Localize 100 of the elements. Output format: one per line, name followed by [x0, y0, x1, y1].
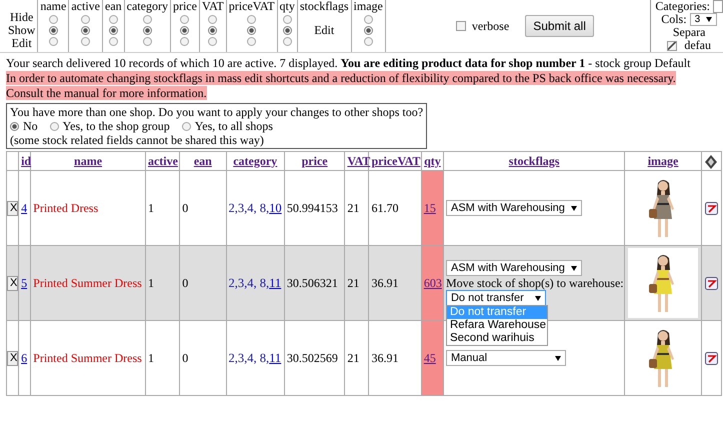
column-header-link[interactable]: name: [74, 154, 102, 168]
table-cell: 36.91: [371, 276, 398, 290]
radio-button[interactable]: [180, 37, 190, 46]
radio-button[interactable]: [108, 37, 118, 46]
column-label: priceVAT: [228, 0, 275, 13]
radio-button[interactable]: [364, 26, 373, 35]
radio-button[interactable]: [10, 122, 19, 130]
radio-button[interactable]: [48, 37, 58, 46]
table-cell: 1: [148, 200, 154, 214]
default-label: defau: [684, 39, 711, 52]
tag-number-link[interactable]: 11: [269, 350, 282, 364]
column-label: image: [354, 0, 383, 13]
tag-number-link[interactable]: 10: [269, 200, 282, 214]
table-cell: 30.506321: [286, 276, 338, 290]
submit-button[interactable]: Submit all: [525, 15, 594, 37]
radio-button[interactable]: [364, 37, 373, 46]
transfer-select[interactable]: Do not transfer: [446, 290, 546, 306]
table-cell: 61.70: [371, 200, 398, 214]
sort-arrows-icon[interactable]: [705, 154, 718, 169]
product-name: Printed Summer Dress: [33, 350, 142, 364]
column-label: ean: [105, 0, 122, 13]
option-label: No: [23, 119, 38, 133]
verbose-label: verbose: [472, 18, 510, 34]
table-cell: 50.994153: [286, 200, 338, 214]
stock-amount-link[interactable]: 15: [424, 200, 436, 214]
radio-button[interactable]: [108, 15, 118, 24]
column-label: active: [71, 0, 100, 13]
delete-button[interactable]: X: [8, 350, 18, 366]
stockflag-select[interactable]: ASM with Warehousing: [446, 200, 582, 216]
table-cell: 0: [182, 200, 188, 214]
dropdown-option[interactable]: Second warihuis: [446, 332, 547, 345]
column-label: category: [126, 0, 168, 13]
verbose-checkbox[interactable]: [456, 21, 466, 31]
category-list: 2,3,4, 8,: [228, 350, 270, 364]
table-cell: 21: [347, 200, 360, 214]
column-label: qty: [280, 0, 295, 13]
column-label: VAT: [202, 0, 224, 13]
radio-button[interactable]: [180, 15, 190, 24]
radio-button[interactable]: [81, 37, 90, 46]
delete-button[interactable]: X: [8, 200, 18, 216]
column-label: price: [172, 0, 197, 13]
radio-button[interactable]: [247, 37, 256, 46]
radio-button[interactable]: [81, 26, 90, 35]
radio-button[interactable]: [208, 26, 218, 35]
radio-button[interactable]: [48, 26, 58, 35]
radio-button[interactable]: [364, 15, 373, 24]
radio-button[interactable]: [108, 26, 118, 35]
radio-button[interactable]: [247, 15, 256, 24]
radio-button[interactable]: [50, 122, 59, 130]
transfer-label: Move stock of shop(s) to warehouse:: [446, 276, 624, 290]
stock-amount-link[interactable]: 603: [424, 276, 442, 290]
category-list: 2,3,4, 8,: [228, 276, 270, 290]
id-link[interactable]: 5: [21, 276, 28, 290]
radio-button[interactable]: [142, 26, 152, 35]
row-label: Show: [8, 24, 36, 37]
caret-icon: [554, 356, 561, 360]
radio-button[interactable]: [180, 26, 190, 35]
cols-select[interactable]: 3: [690, 13, 718, 26]
row-label: Hide: [9, 11, 34, 24]
categories-field[interactable]: [713, 0, 723, 13]
edit-icon[interactable]: [704, 277, 718, 290]
product-name: Printed Dress: [33, 200, 98, 214]
default-checkbox[interactable]: [667, 40, 678, 50]
tag-number-link[interactable]: 11: [269, 276, 282, 290]
edit-label: Edit: [313, 24, 336, 37]
radio-button[interactable]: [208, 15, 218, 24]
stockflag-select[interactable]: Manual: [446, 350, 566, 366]
separator-label: Separa: [672, 26, 706, 39]
stock-amount-link[interactable]: 45: [424, 350, 436, 364]
id-link[interactable]: 6: [21, 350, 28, 364]
table-cell: 1: [148, 276, 154, 290]
notice-text: In order to automate changing stockflags in mass edit shortcuts and a reduction of flexibility compared to the PS back office was necessary.: [6, 71, 676, 85]
radio-button[interactable]: [48, 15, 58, 24]
table-cell: 21: [347, 350, 360, 364]
caret-icon: [534, 296, 541, 300]
radio-button[interactable]: [282, 37, 292, 46]
delete-button[interactable]: X: [8, 276, 18, 291]
table-cell: 30.502569: [286, 350, 338, 364]
radio-button[interactable]: [182, 122, 191, 130]
edit-icon[interactable]: [704, 202, 718, 216]
table-cell: 0: [182, 276, 188, 290]
id-link[interactable]: 4: [21, 200, 28, 214]
cols-label: Cols:: [661, 13, 687, 26]
search-info: Your search delivered 10 records of which 10 are active. 7 displayed. You are editing product data for shop number 1 - stock group Default: [6, 56, 692, 71]
radio-button[interactable]: [142, 37, 152, 46]
edit-icon[interactable]: [704, 352, 718, 366]
radio-button[interactable]: [282, 15, 292, 24]
radio-button[interactable]: [247, 26, 256, 35]
table-cell: 36.91: [371, 350, 398, 364]
radio-button[interactable]: [81, 15, 90, 24]
share-question: You have more than one shop. Do you want to apply your changes to other shops too?: [10, 105, 424, 119]
radio-button[interactable]: [142, 15, 152, 24]
radio-button[interactable]: [282, 26, 292, 35]
caret-icon: [570, 206, 577, 210]
dropdown-option[interactable]: Refara Warehouse: [446, 319, 547, 332]
categories-label: Categories:: [655, 0, 710, 13]
radio-button[interactable]: [208, 37, 218, 46]
caret-icon: [706, 17, 712, 22]
stockflag-select[interactable]: ASM with Warehousing: [446, 260, 582, 276]
option-label: Yes, to the shop group: [62, 119, 170, 133]
